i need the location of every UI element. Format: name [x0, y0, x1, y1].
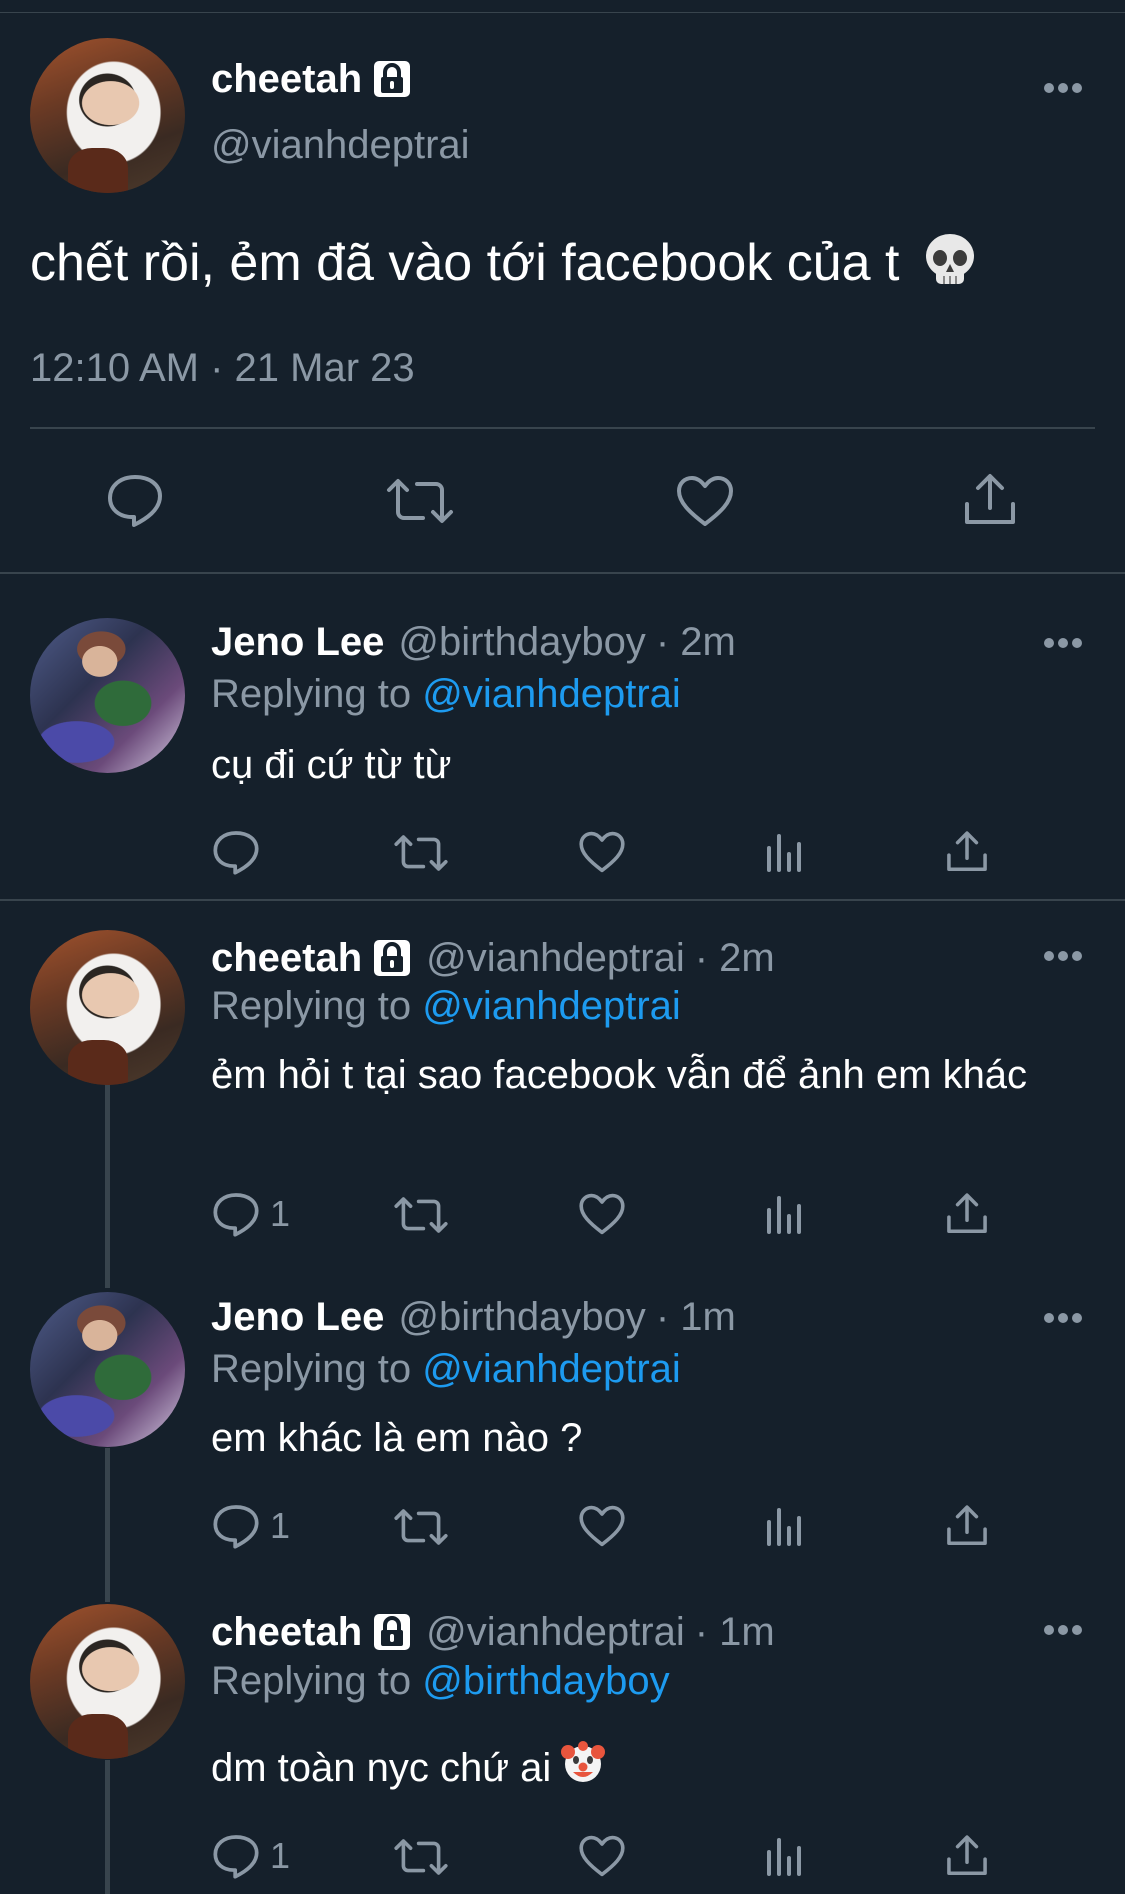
retweet-icon[interactable] — [393, 1836, 449, 1878]
reply-time[interactable]: · 1m — [656, 1294, 736, 1340]
author-handle[interactable]: @vianhdeptrai — [426, 1609, 685, 1655]
reply-count: 1 — [270, 1505, 291, 1546]
skull-emoji — [924, 232, 976, 301]
reply-icon[interactable] — [212, 1502, 260, 1550]
author-handle[interactable]: @birthdayboy — [398, 619, 645, 665]
author-name[interactable]: cheetah — [211, 935, 362, 981]
like-icon[interactable] — [578, 1834, 626, 1878]
reply-text: em khác là em nào ? — [211, 1416, 583, 1460]
avatar[interactable] — [30, 1604, 185, 1759]
replying-to-label: Replying to — [211, 984, 423, 1028]
lock-icon — [372, 1612, 412, 1652]
reply-icon[interactable] — [212, 828, 260, 876]
avatar[interactable] — [30, 618, 185, 773]
analytics-icon[interactable] — [765, 1506, 805, 1546]
more-options-icon[interactable] — [1043, 1312, 1083, 1324]
like-icon[interactable] — [675, 474, 735, 528]
retweet-icon[interactable] — [393, 832, 449, 874]
tweet-text: chết rồi, ẻm đã vào tới facebook của t — [30, 232, 976, 301]
share-icon[interactable] — [945, 1834, 989, 1878]
analytics-icon[interactable] — [765, 832, 805, 872]
reply-header: cheetah @vianhdeptrai · 1m — [211, 1609, 775, 1655]
share-icon[interactable] — [945, 1504, 989, 1548]
more-options-icon[interactable] — [1043, 637, 1083, 649]
more-options-icon[interactable] — [1043, 82, 1083, 94]
replying-to: Replying to @vianhdeptrai — [211, 983, 681, 1029]
avatar[interactable] — [30, 38, 185, 193]
author-name[interactable]: cheetah — [211, 56, 412, 102]
replying-to: Replying to @vianhdeptrai — [211, 1346, 681, 1392]
share-icon[interactable] — [945, 830, 989, 874]
author-name-label: cheetah — [211, 57, 363, 101]
reply-text: ẻm hỏi t tại sao facebook vẫn để ảnh em … — [211, 1053, 1028, 1097]
divider — [0, 572, 1125, 574]
reply-count: 1 — [270, 1835, 291, 1876]
thread-line — [105, 1448, 110, 1602]
replying-to-label: Replying to — [211, 1347, 423, 1391]
reply-icon[interactable] — [212, 1832, 260, 1880]
retweet-icon[interactable] — [393, 1194, 449, 1236]
author-handle[interactable]: @birthdayboy — [398, 1294, 645, 1340]
reply-action[interactable]: 1 — [212, 1190, 290, 1238]
like-icon[interactable] — [578, 830, 626, 874]
like-icon[interactable] — [578, 1192, 626, 1236]
author-handle[interactable]: @vianhdeptrai — [426, 935, 685, 981]
divider — [30, 427, 1095, 429]
reply-time[interactable]: · 2m — [695, 935, 775, 981]
more-options-icon[interactable] — [1043, 1624, 1083, 1636]
replying-to: Replying to @vianhdeptrai — [211, 671, 681, 717]
mention-link[interactable]: @vianhdeptrai — [422, 984, 681, 1028]
share-icon[interactable] — [962, 472, 1018, 528]
reply-time[interactable]: · 1m — [695, 1609, 775, 1655]
lock-icon — [372, 938, 412, 978]
reply-action[interactable]: 1 — [212, 1832, 290, 1880]
reply-action[interactable] — [212, 828, 260, 876]
top-edge — [0, 0, 1125, 13]
retweet-icon[interactable] — [393, 1506, 449, 1548]
replying-to-label: Replying to — [211, 1659, 423, 1703]
author-handle[interactable]: @vianhdeptrai — [211, 122, 470, 168]
share-icon[interactable] — [945, 1192, 989, 1236]
like-icon[interactable] — [578, 1504, 626, 1548]
reply-header: Jeno Lee @birthdayboy · 2m — [211, 619, 736, 665]
mention-link[interactable]: @birthdayboy — [422, 1659, 669, 1703]
reply-action[interactable]: 1 — [212, 1502, 290, 1550]
avatar[interactable] — [30, 1292, 185, 1447]
replying-to-label: Replying to — [211, 672, 423, 716]
mention-link[interactable]: @vianhdeptrai — [422, 1347, 681, 1391]
clown-emoji — [561, 1740, 606, 1796]
analytics-icon[interactable] — [765, 1194, 805, 1234]
reply-count: 1 — [270, 1193, 291, 1234]
lock-icon — [372, 59, 412, 99]
analytics-icon[interactable] — [765, 1836, 805, 1876]
reply-time[interactable]: · 2m — [656, 619, 736, 665]
tweet-text-label: chết rồi, ẻm đã vào tới facebook của t — [30, 234, 900, 293]
tweet-timestamp[interactable]: 12:10 AM · 21 Mar 23 — [30, 345, 415, 391]
thread-line — [105, 1083, 110, 1288]
avatar[interactable] — [30, 930, 185, 1085]
thread-line — [105, 1760, 110, 1894]
mention-link[interactable]: @vianhdeptrai — [422, 672, 681, 716]
author-name[interactable]: Jeno Lee — [211, 619, 384, 665]
reply-text: cụ đi cứ từ từ — [211, 743, 452, 787]
author-name[interactable]: cheetah — [211, 1609, 362, 1655]
more-options-icon[interactable] — [1043, 950, 1083, 962]
reply-icon[interactable] — [106, 472, 164, 528]
reply-text-label: dm toàn nyc chứ ai — [211, 1746, 552, 1790]
reply-text: dm toàn nyc chứ ai — [211, 1740, 1031, 1796]
reply-icon[interactable] — [212, 1190, 260, 1238]
replying-to: Replying to @birthdayboy — [211, 1658, 670, 1704]
divider — [0, 899, 1125, 901]
reply-header: Jeno Lee @birthdayboy · 1m — [211, 1294, 736, 1340]
reply-header: cheetah @vianhdeptrai · 2m — [211, 935, 775, 981]
retweet-icon[interactable] — [385, 476, 455, 526]
author-name[interactable]: Jeno Lee — [211, 1294, 384, 1340]
